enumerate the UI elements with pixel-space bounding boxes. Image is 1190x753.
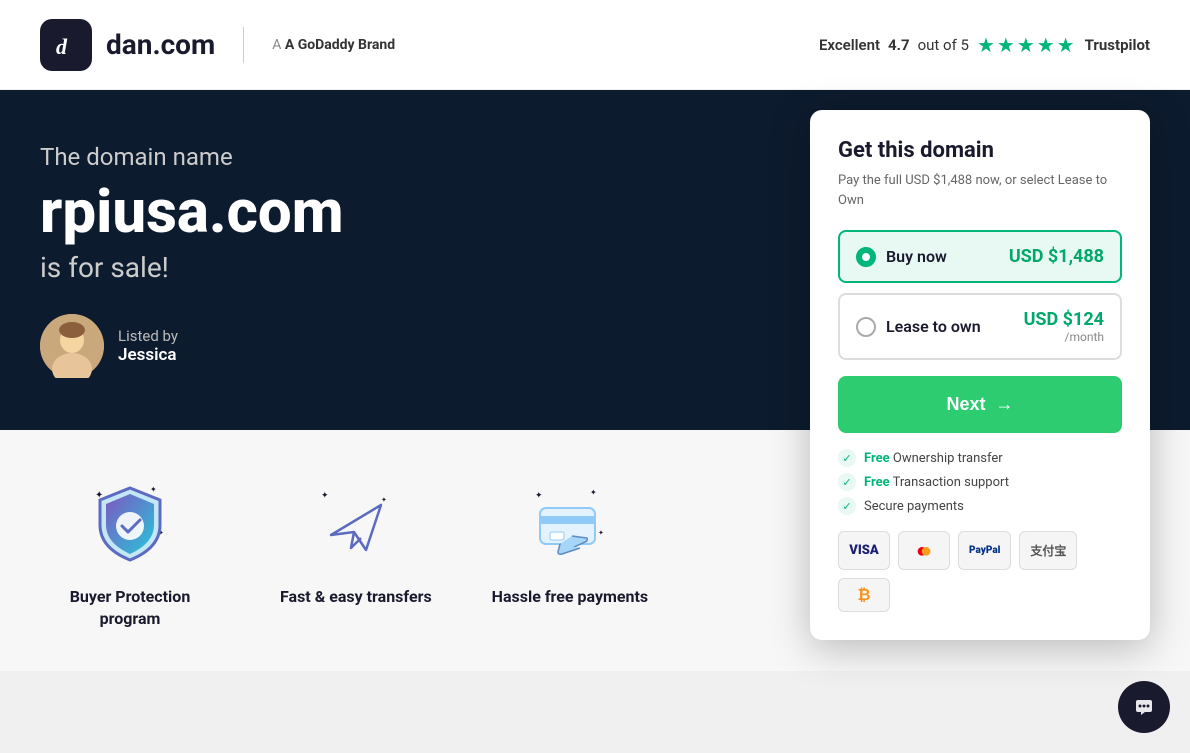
brand-label: A A GoDaddy Brand [272, 37, 395, 53]
lease-price: USD $124 [1024, 309, 1104, 330]
trustpilot-label: Excellent [819, 36, 880, 54]
hero-domain: rpiusa.com [40, 179, 740, 245]
svg-text:✦: ✦ [321, 491, 329, 501]
listed-by-info: Listed by Jessica [118, 327, 178, 365]
benefit-3: ✓ Secure payments [838, 497, 1122, 515]
card-title: Get this domain [838, 138, 1122, 163]
feature-hassle-free: ✦ ✦ ✦ Hassle free payments [492, 480, 648, 608]
alipay-badge: 支付宝 [1019, 531, 1077, 570]
svg-text:✦: ✦ [150, 485, 157, 494]
dan-logo-icon[interactable]: d [40, 19, 92, 71]
trustpilot-logo: Trustpilot [1085, 36, 1150, 54]
buy-now-option[interactable]: Buy now USD $1,488 [838, 230, 1122, 283]
paypal-badge: PayPal [958, 531, 1011, 570]
trustpilot-stars-icon: ★★★★★ [977, 33, 1077, 57]
listed-by: Listed by Jessica [40, 314, 740, 378]
purchase-card: Get this domain Pay the full USD $1,488 … [810, 110, 1150, 640]
hero-content: The domain name rpiusa.com is for sale! … [40, 143, 740, 378]
next-arrow-icon: → [996, 394, 1014, 415]
chat-badge[interactable] [1118, 681, 1170, 733]
next-label: Next [946, 394, 985, 415]
feature-fast-easy: ✦ ✦ Fast & easy transfers [280, 480, 432, 608]
benefit-1-text: Free Ownership transfer [864, 451, 1003, 466]
lease-radio[interactable] [856, 317, 876, 337]
trustpilot-section: Excellent 4.7 out of 5 ★★★★★ Trustpilot [819, 33, 1150, 57]
lease-option[interactable]: Lease to own USD $124 /month [838, 293, 1122, 360]
credit-card-icon: ✦ ✦ ✦ [525, 480, 615, 570]
avatar [40, 314, 104, 378]
logo-section: d dan.com A A GoDaddy Brand [40, 19, 395, 71]
logo-divider [243, 27, 244, 63]
check-icon-1: ✓ [838, 449, 856, 467]
buy-now-price: USD $1,488 [1009, 246, 1104, 267]
bitcoin-badge: ₿ [838, 578, 890, 612]
payment-methods: VISA ●● PayPal 支付宝 ₿ [838, 531, 1122, 612]
feature-hassle-free-title: Hassle free payments [492, 586, 648, 608]
lease-left: Lease to own [856, 317, 981, 337]
feature-fast-easy-title: Fast & easy transfers [280, 586, 432, 608]
check-icon-2: ✓ [838, 473, 856, 491]
free-tag-2: Free [864, 475, 890, 490]
lease-label: Lease to own [886, 317, 981, 336]
svg-text:✦: ✦ [590, 488, 597, 497]
feature-buyer-protection-title: Buyer Protection program [40, 586, 220, 631]
feature-buyer-protection: ✦ ✦ ✦ [40, 480, 220, 631]
trustpilot-score: 4.7 [888, 36, 910, 54]
benefit-2: ✓ Free Transaction support [838, 473, 1122, 491]
free-tag-1: Free [864, 451, 890, 466]
lease-period: /month [1024, 330, 1104, 344]
buy-now-left: Buy now [856, 247, 947, 267]
main-container: The domain name rpiusa.com is for sale! … [0, 90, 1190, 671]
svg-text:✦: ✦ [381, 496, 387, 504]
benefit-3-text: Secure payments [864, 499, 964, 514]
listed-by-name: Jessica [118, 345, 178, 365]
hero-subtitle: The domain name [40, 143, 740, 171]
svg-text:✦: ✦ [535, 491, 543, 501]
plane-icon: ✦ ✦ [311, 480, 401, 570]
buy-now-radio[interactable] [856, 247, 876, 267]
benefit-1: ✓ Free Ownership transfer [838, 449, 1122, 467]
visa-badge: VISA [838, 531, 890, 570]
svg-text:✦: ✦ [598, 529, 604, 537]
benefits-list: ✓ Free Ownership transfer ✓ Free Transac… [838, 449, 1122, 515]
svg-text:d: d [56, 34, 68, 59]
shield-icon: ✦ ✦ ✦ [85, 480, 175, 570]
check-icon-3: ✓ [838, 497, 856, 515]
hero-sale-text: is for sale! [40, 251, 740, 284]
logo-name[interactable]: dan.com [106, 28, 215, 61]
benefit-2-text: Free Transaction support [864, 475, 1009, 490]
lease-price-section: USD $124 /month [1024, 309, 1104, 344]
header: d dan.com A A GoDaddy Brand Excellent 4.… [0, 0, 1190, 90]
next-button[interactable]: Next → [838, 376, 1122, 433]
buy-now-label: Buy now [886, 247, 947, 266]
hero-section: The domain name rpiusa.com is for sale! … [0, 90, 1190, 430]
card-subtitle: Pay the full USD $1,488 now, or select L… [838, 171, 1122, 210]
trustpilot-out-of: out of 5 [918, 36, 969, 54]
listed-by-label: Listed by [118, 327, 178, 345]
mastercard-badge: ●● [898, 531, 950, 570]
